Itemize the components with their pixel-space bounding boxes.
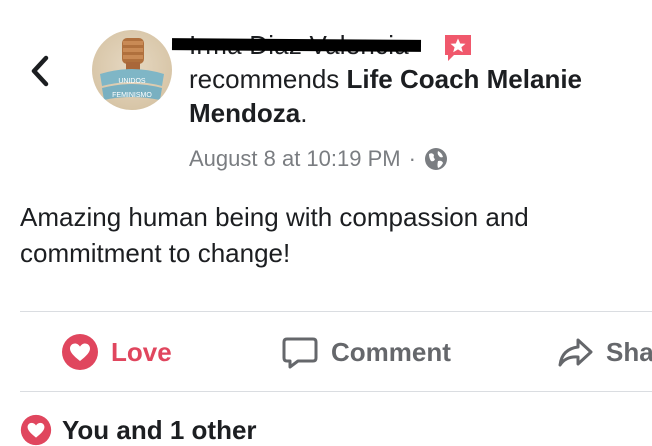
period: . — [300, 98, 308, 128]
avatar-fist-illustration: UNIDOS FEMINISMO — [100, 38, 164, 100]
avatar-text-top: UNIDOS — [118, 78, 146, 85]
back-chevron-icon — [31, 55, 49, 87]
comment-button[interactable]: Comment — [281, 330, 451, 374]
post-body: Amazing human being with compassion and … — [20, 202, 529, 268]
recommendation-text: recommends Life Coach Melanie Mendoza. — [189, 62, 639, 130]
love-button[interactable]: Love — [61, 330, 172, 374]
globe-icon — [424, 147, 448, 171]
back-button[interactable] — [26, 52, 58, 90]
avatar-text-bottom: FEMINISMO — [112, 92, 152, 99]
comment-icon — [282, 337, 318, 369]
recommendation-badge — [442, 32, 474, 64]
share-icon — [558, 338, 593, 367]
separator: · — [408, 146, 416, 171]
share-label: Sha — [606, 336, 652, 367]
divider-top — [20, 311, 652, 312]
post-header: Irma Diaz Valencia recommends Life Coach… — [171, 28, 639, 172]
avatar[interactable]: UNIDOS FEMINISMO — [92, 30, 172, 110]
divider-bottom — [20, 391, 652, 392]
recommends-label: recommends — [189, 64, 340, 94]
share-button[interactable]: Sha — [556, 330, 652, 374]
recommend-star-icon — [445, 35, 471, 61]
love-label: Love — [111, 336, 172, 367]
reaction-summary[interactable]: You and 1 other — [20, 414, 257, 446]
author-line: Irma Diaz Valencia — [171, 28, 639, 64]
love-heart-icon — [62, 334, 98, 370]
comment-label: Comment — [331, 336, 451, 367]
timestamp-line: August 8 at 10:19 PM · — [189, 146, 639, 172]
timestamp[interactable]: August 8 at 10:19 PM — [189, 146, 401, 172]
reaction-heart-icon — [20, 414, 52, 446]
reaction-summary-text: You and 1 other — [62, 414, 257, 445]
redaction-bar — [171, 38, 422, 52]
